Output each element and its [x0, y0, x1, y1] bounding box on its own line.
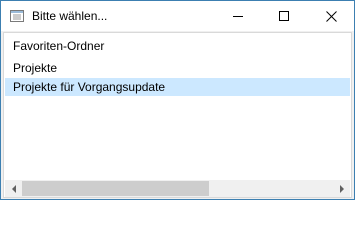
dialog-window: Bitte wählen... Favoriten-Ordner Projekt… [0, 0, 355, 200]
scroll-left-button[interactable] [5, 180, 22, 197]
window-title: Bitte wählen... [32, 9, 108, 23]
window-app-icon [10, 10, 24, 22]
list-item[interactable]: Favoriten-Ordner [5, 37, 350, 55]
scroll-left-icon [11, 184, 16, 193]
scroll-right-button[interactable] [333, 180, 350, 197]
list-item-selected[interactable]: Projekte für Vorgangsupdate [5, 78, 350, 96]
maximize-button[interactable] [261, 1, 307, 31]
scroll-right-icon [339, 184, 344, 193]
title-bar[interactable]: Bitte wählen... [1, 1, 354, 31]
list-item[interactable]: Projekte [5, 59, 350, 77]
horizontal-scrollbar[interactable] [5, 180, 350, 197]
scrollbar-thumb[interactable] [22, 181, 209, 196]
folder-listbox[interactable]: Favoriten-Ordner Projekte Projekte für V… [3, 32, 352, 198]
maximize-icon [279, 11, 289, 21]
minimize-button[interactable] [215, 1, 261, 31]
close-icon [325, 10, 337, 22]
close-button[interactable] [308, 1, 354, 31]
minimize-icon [233, 16, 243, 17]
